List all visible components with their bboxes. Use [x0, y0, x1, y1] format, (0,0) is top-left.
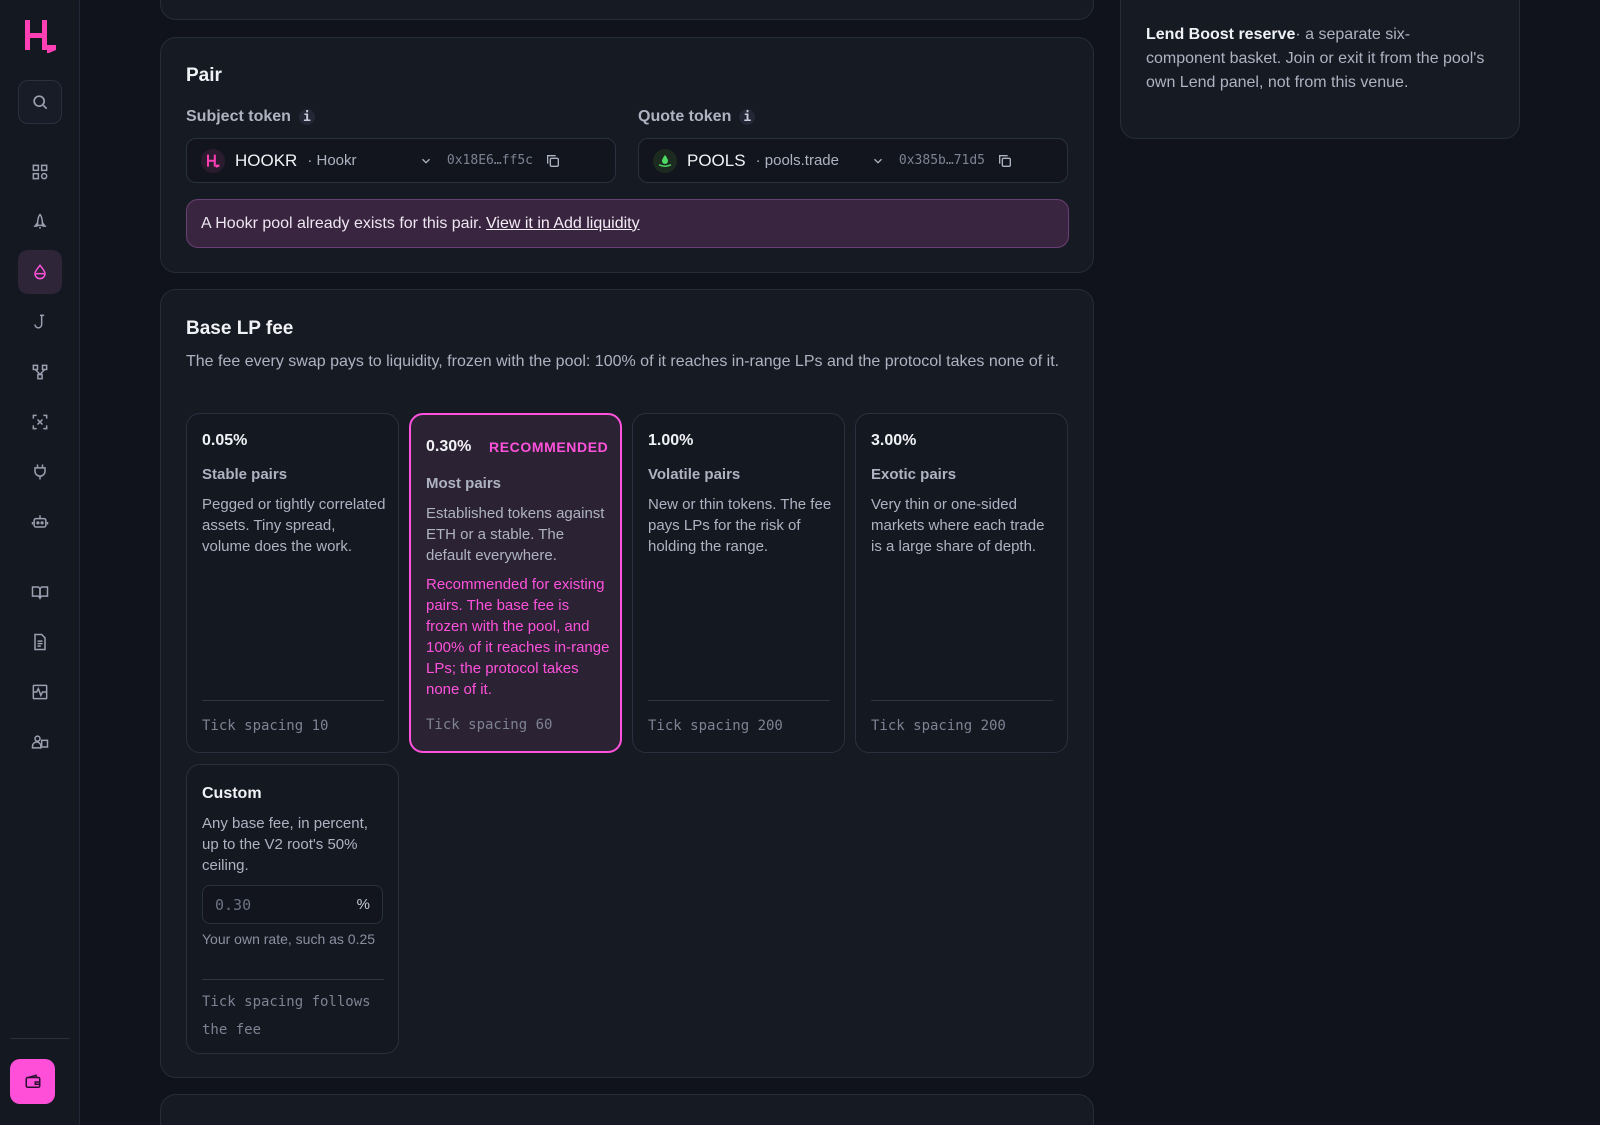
hook-icon — [34, 314, 45, 329]
divider — [648, 700, 830, 701]
tier-tick-spacing: Tick spacing 10 — [202, 718, 329, 734]
sidebar-divider — [10, 1038, 70, 1039]
scan-icon — [32, 414, 48, 430]
nav-reports[interactable] — [18, 620, 62, 664]
tier-description: New or thin tokens. The fee pays LPs for… — [648, 496, 832, 555]
divider — [871, 700, 1053, 701]
chevron-down-icon — [421, 158, 430, 164]
nav-bots[interactable] — [18, 500, 62, 544]
droplet-icon — [34, 264, 46, 280]
activity-icon — [32, 684, 48, 700]
nav-launch[interactable] — [18, 200, 62, 244]
wallet-icon — [25, 1073, 40, 1088]
network-icon — [32, 364, 48, 380]
subject-token-label-text: Subject token — [186, 108, 291, 125]
subject-token-name: · Hookr — [307, 152, 357, 169]
tier-percent: 1.00% — [648, 432, 694, 449]
percent-unit: % — [356, 896, 370, 913]
tier-name: Exotic pairs — [871, 466, 957, 483]
info-icon[interactable]: i — [739, 109, 756, 125]
tier-percent: 3.00% — [871, 432, 917, 449]
custom-hint: Your own rate, such as 0.25 — [202, 931, 376, 947]
tier-percent: 0.05% — [202, 432, 248, 449]
copy-icon[interactable] — [545, 153, 561, 169]
add-liquidity-link[interactable]: View it in Add liquidity — [486, 215, 640, 233]
custom-title: Custom — [202, 785, 262, 802]
divider — [202, 700, 384, 701]
subject-token-select[interactable]: HOOKR · Hookr 0x18E6…ff5c — [186, 138, 616, 183]
custom-fee-card[interactable]: Custom Any base fee, in percent, up to t… — [186, 764, 399, 1054]
search-button[interactable] — [18, 80, 62, 124]
base-lp-fee-card: Base LP fee The fee every swap pays to l… — [160, 289, 1094, 1078]
existing-pool-notice: A Hookr pool already exists for this pai… — [186, 199, 1069, 248]
lend-boost-title: Lend Boost reserve — [1146, 26, 1296, 43]
tier-name: Volatile pairs — [648, 466, 741, 483]
book-icon — [31, 586, 49, 600]
quote-token-symbol: POOLS — [687, 150, 746, 170]
robot-icon — [31, 515, 49, 528]
pools-token-icon — [653, 148, 677, 173]
pair-title: Pair — [186, 65, 222, 86]
tier-tick-spacing: Tick spacing 60 — [426, 717, 553, 733]
quote-token-name: · pools.trade — [755, 152, 839, 169]
nav-team[interactable] — [18, 720, 62, 764]
subject-token-label: Subject token i — [186, 108, 315, 126]
users-icon — [31, 735, 49, 749]
tier-percent: 0.30% — [426, 438, 472, 455]
custom-tick-spacing: Tick spacing follows the fee — [202, 994, 371, 1038]
tier-recommendation: Recommended for existing pairs. The base… — [426, 576, 610, 698]
grid-icon — [32, 164, 48, 180]
tier-name: Most pairs — [426, 475, 502, 492]
fee-tier-card[interactable]: 1.00% Volatile pairs New or thin tokens.… — [632, 413, 845, 753]
document-icon — [34, 633, 46, 651]
wallet-button[interactable] — [10, 1059, 55, 1104]
divider — [202, 979, 384, 980]
pair-card: Pair Subject token i HOOKR · Hookr 0x18E… — [160, 37, 1094, 273]
nav-hooks[interactable] — [18, 300, 62, 344]
search-icon — [33, 95, 48, 110]
rocket-icon — [33, 213, 47, 229]
tier-tick-spacing: Tick spacing 200 — [648, 718, 783, 734]
fee-description: The fee every swap pays to liquidity, fr… — [186, 353, 1060, 370]
nav-integrations[interactable] — [18, 450, 62, 494]
lend-boost-card: Lend Boost reserve· a separate six-compo… — [1120, 0, 1520, 139]
fee-title: Base LP fee — [186, 318, 294, 339]
info-icon[interactable]: i — [298, 109, 315, 125]
tier-description: Very thin or one-sided markets where eac… — [871, 496, 1045, 555]
quote-token-label-text: Quote token — [638, 108, 732, 125]
tier-tick-spacing: Tick spacing 200 — [871, 718, 1006, 734]
fee-tier-card-selected[interactable]: 0.30% RECOMMENDED Most pairs Established… — [409, 413, 622, 753]
recommended-badge: RECOMMENDED — [489, 439, 609, 455]
fee-tier-card[interactable]: 3.00% Exotic pairs Very thin or one-side… — [855, 413, 1068, 753]
hookr-token-icon — [201, 148, 225, 173]
nav-docs[interactable] — [18, 570, 62, 614]
quote-token-address: 0x385b…71d5 — [898, 153, 985, 168]
nav-pools[interactable] — [18, 250, 62, 294]
chevron-down-icon — [873, 158, 882, 164]
tier-name: Stable pairs — [202, 466, 288, 483]
nav-network[interactable] — [18, 350, 62, 394]
copy-icon[interactable] — [997, 153, 1013, 169]
nav-scan[interactable] — [18, 400, 62, 444]
custom-fee-field[interactable]: % — [202, 885, 383, 924]
subject-token-symbol: HOOKR — [235, 150, 298, 170]
lend-boost-text: Lend Boost reserve· a separate six-compo… — [1146, 23, 1486, 95]
subject-token-address: 0x18E6…ff5c — [446, 153, 533, 168]
next-section-card — [160, 1094, 1094, 1125]
custom-fee-input[interactable] — [215, 895, 357, 914]
notice-text: A Hookr pool already exists for this pai… — [201, 214, 483, 232]
plug-icon — [34, 464, 46, 480]
previous-section-card — [160, 0, 1094, 20]
quote-token-label: Quote token i — [638, 108, 756, 126]
custom-description: Any base fee, in percent, up to the V2 r… — [202, 815, 368, 874]
tier-description: Pegged or tightly correlated assets. Tin… — [202, 496, 386, 555]
nav-dashboard[interactable] — [18, 150, 62, 194]
logo[interactable] — [20, 16, 60, 56]
quote-token-select[interactable]: POOLS · pools.trade 0x385b…71d5 — [638, 138, 1068, 183]
tier-description: Established tokens against ETH or a stab… — [426, 505, 605, 564]
nav-activity[interactable] — [18, 670, 62, 714]
fee-tier-card[interactable]: 0.05% Stable pairs Pegged or tightly cor… — [186, 413, 399, 753]
sidebar — [0, 0, 80, 1125]
